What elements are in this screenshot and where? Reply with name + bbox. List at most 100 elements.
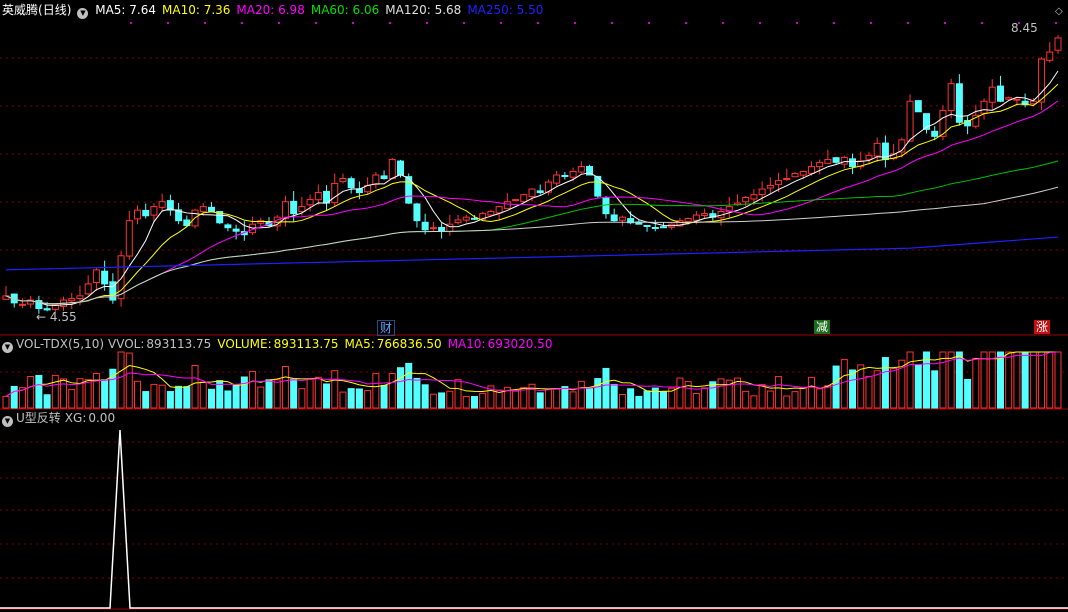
candle-up: [775, 180, 783, 185]
toggle-icon[interactable]: ▼: [2, 416, 13, 427]
volume-bar-down: [175, 385, 183, 409]
volume-bar-up: [766, 390, 774, 409]
volume-bar-up: [783, 395, 791, 409]
financial-report-marker[interactable]: 财: [377, 320, 396, 336]
signal-dot: [130, 22, 132, 24]
candle-down: [660, 226, 667, 229]
volume-bar-down: [240, 376, 248, 409]
indicator-title: U型反转: [16, 411, 61, 425]
candle-up: [84, 283, 92, 295]
volume-bar-down: [438, 392, 446, 409]
candle-up: [569, 170, 577, 178]
candle-down: [347, 178, 355, 189]
signal-dot: [463, 22, 465, 24]
candle-down: [101, 270, 109, 285]
signal-dot: [648, 22, 650, 24]
volume-bar-up: [972, 357, 980, 409]
volume-bar-down: [627, 388, 635, 409]
candle-up: [873, 142, 881, 157]
candle-down: [142, 209, 150, 217]
candle-down: [438, 226, 446, 232]
candle-up: [816, 161, 824, 168]
volume-bar-down: [881, 357, 889, 409]
ma-legend-item: MA60: 6.06: [310, 3, 380, 17]
volume-bar-up: [865, 376, 873, 409]
candle-up: [487, 211, 495, 216]
candle-up: [528, 188, 536, 197]
volume-bar-up: [816, 388, 824, 409]
volume-bar-down: [290, 378, 298, 409]
volume-bar-up: [273, 379, 281, 409]
candle-up: [454, 219, 462, 224]
candle-up: [758, 188, 766, 196]
volume-bar-down: [397, 367, 404, 409]
signal-dot: [241, 22, 243, 24]
volume-bar-up: [125, 352, 133, 409]
toggle-icon[interactable]: ▼: [2, 342, 13, 353]
scroll-arrow-icon[interactable]: ◇: [1055, 4, 1063, 20]
volume-bar-up: [257, 386, 265, 409]
vol-title: VOL-TDX(5,10): [16, 337, 105, 351]
share-reduction-marker[interactable]: 减: [814, 320, 831, 334]
volume-bar-up: [298, 388, 306, 409]
candle-up: [199, 206, 207, 213]
signal-dot: [907, 22, 909, 24]
volume-bar-down: [660, 391, 667, 409]
vol-ma5-value: 766836.50: [376, 337, 442, 351]
candle-up: [618, 216, 626, 221]
volume-bar-down: [931, 370, 939, 409]
volume-bar-down: [1021, 351, 1029, 409]
candle-up: [314, 192, 322, 201]
volume-bar-down: [923, 351, 930, 409]
signal-dot: [759, 22, 761, 24]
signal-dot: [685, 22, 687, 24]
candle-up: [158, 201, 166, 208]
candle-up: [92, 269, 100, 284]
volume-bar-down: [207, 388, 215, 409]
candle-up: [462, 216, 470, 221]
candle-up: [339, 178, 347, 183]
vol-ma10-label: MA10:: [447, 337, 486, 351]
candle-up: [495, 206, 503, 214]
volume-bar-up: [68, 389, 76, 409]
signal-dot: [389, 22, 391, 24]
candle-down: [561, 174, 569, 177]
limit-up-marker[interactable]: 涨: [1034, 320, 1051, 334]
candle-down: [832, 157, 840, 163]
candle-up: [980, 100, 988, 114]
volume-bar-up: [462, 396, 470, 409]
volume-bar-down: [232, 384, 240, 409]
signal-dot: [204, 22, 206, 24]
volume-bar-up: [372, 373, 380, 409]
ma-legend-item: MA250: 5.50: [467, 3, 544, 17]
candle-up: [1038, 58, 1046, 103]
volume-bar-up: [775, 376, 783, 409]
volume-bar-down: [43, 394, 51, 409]
volume-bar-down: [421, 384, 429, 409]
vvol-label: VVOL:: [108, 337, 145, 351]
candle-down: [232, 228, 240, 232]
candle-up: [824, 159, 832, 164]
volume-bar-up: [191, 365, 199, 409]
ma-line: [5, 160, 1059, 305]
volume-bar-up: [429, 393, 437, 409]
volume-bar-down: [142, 391, 150, 409]
volume-bar-up: [1013, 351, 1021, 409]
volume-bar-up: [199, 381, 207, 409]
indicator-header: ▼ U型反转 XG: 0.00: [2, 410, 121, 427]
candle-down: [470, 217, 478, 220]
candle-down: [290, 200, 298, 215]
volume-bar-up: [331, 370, 339, 409]
volume-bar-up: [840, 359, 848, 409]
toggle-icon[interactable]: ▼: [77, 8, 89, 19]
volume-bar-up: [281, 366, 289, 409]
candle-up: [783, 178, 791, 181]
candle-up: [865, 154, 873, 160]
candle-up: [76, 295, 84, 299]
candle-up: [388, 159, 396, 179]
candle-down: [931, 130, 939, 137]
volume-bar-down: [10, 385, 18, 409]
candle-down: [380, 175, 388, 180]
volume-bar-up: [569, 391, 577, 409]
high-price-label: 8.45: [1011, 21, 1038, 35]
